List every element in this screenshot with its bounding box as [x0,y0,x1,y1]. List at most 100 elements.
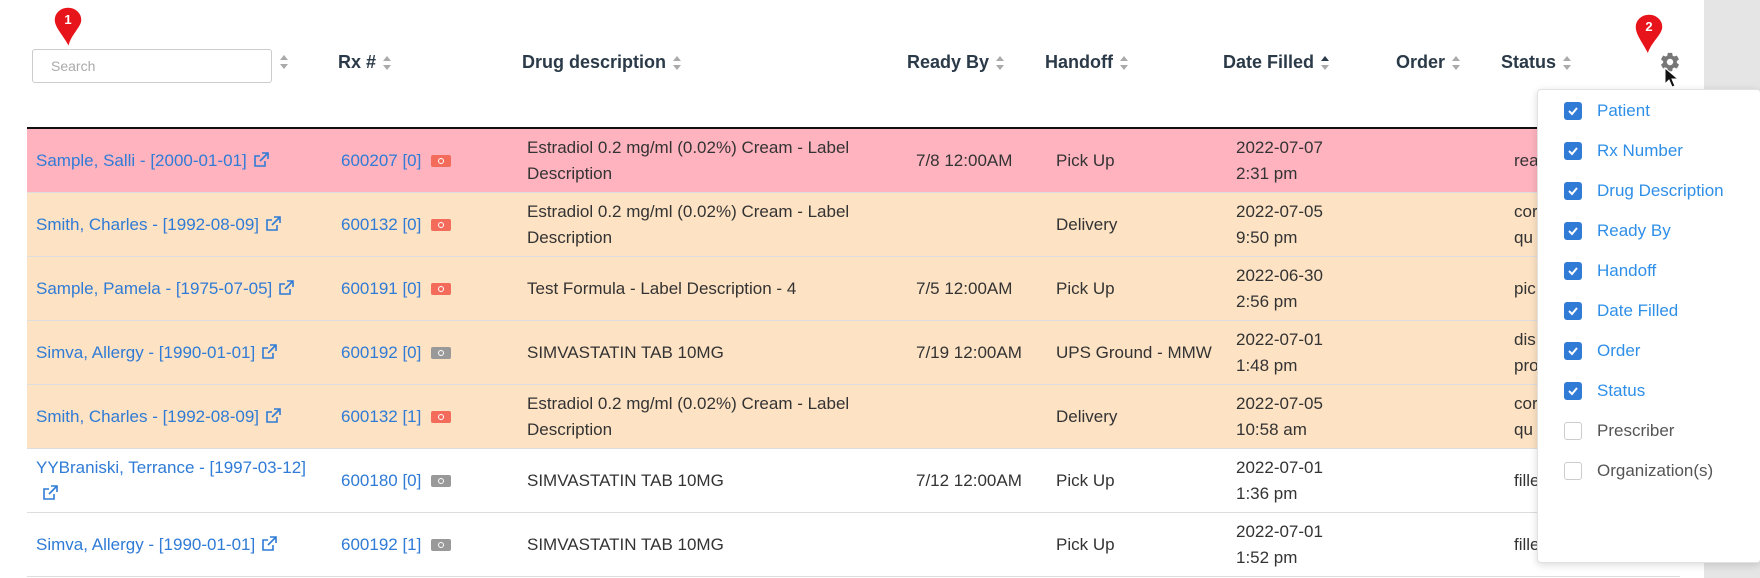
table-row[interactable]: Smith, Charles - [1992-08-09] 600132 [0] E… [27,193,1680,257]
column-toggle-item[interactable]: Drug Description [1564,176,1724,206]
table-row[interactable]: Smith, Charles - [1992-08-09] 600132 [1] E… [27,385,1680,449]
checkbox-checked[interactable] [1564,142,1582,160]
date-filled-cell: 2022-07-05 10:58 am [1236,385,1386,448]
checkbox-checked[interactable] [1564,342,1582,360]
rx-number-link[interactable]: 600207 [0] [341,148,421,174]
patient-link[interactable]: Simva, Allergy - [1990-01-01] [36,343,255,362]
patient-cell: Sample, Pamela - [1975-07-05] [36,257,326,320]
drug-description-cell: SIMVASTATIN TAB 10MG [527,534,724,554]
checkbox-checked[interactable] [1564,302,1582,320]
table-row[interactable]: Sample, Salli - [2000-01-01] 600207 [0] Es… [27,129,1680,193]
status-text-line2: qu [1514,227,1533,247]
column-toggle-label: Patient [1597,101,1650,120]
ready-by-cell [916,513,1046,576]
column-header-label: Ready By [907,52,990,72]
column-header-label: Status [1501,52,1557,72]
rx-number-link[interactable]: 600132 [1] [341,404,421,430]
rx-number-link[interactable]: 600132 [0] [341,212,421,238]
external-link-icon[interactable] [260,343,278,361]
patient-cell: YYBraniski, Terrance - [1997-03-12] [36,449,326,512]
status-text: fille [1514,534,1540,554]
rx-number-link[interactable]: 600192 [1] [341,532,421,558]
column-header-handoff[interactable]: Handoff [1045,52,1129,73]
rx-number-link[interactable]: 600191 [0] [341,276,421,302]
patient-link[interactable]: Smith, Charles - [1992-08-09] [36,215,259,234]
drug-description-cell: Estradiol 0.2 mg/ml (0.02%) Cream - Labe… [527,137,850,183]
date-filled-cell: 2022-07-07 2:31 pm [1236,129,1386,192]
marker-number: 1 [64,12,72,27]
step-marker-1: 1 [53,6,83,51]
column-header-label: Drug description [522,52,667,72]
date-filled-date: 2022-07-07 [1236,137,1323,157]
table-row[interactable]: Sample, Pamela - [1975-07-05] 600191 [0] T… [27,257,1680,321]
rx-cell: 600192 [1] [341,513,501,576]
column-toggle-item[interactable]: Order [1564,336,1640,366]
date-filled-date: 2022-06-30 [1236,265,1323,285]
column-toggle-item[interactable]: Ready By [1564,216,1671,246]
rx-number-link[interactable]: 600192 [0] [341,340,421,366]
checkbox-checked[interactable] [1564,102,1582,120]
sort-icon [1119,55,1128,70]
column-toggle-label: Prescriber [1597,421,1675,440]
table-row[interactable]: Simva, Allergy - [1990-01-01] 600192 [0] S… [27,321,1680,385]
status-text: fille [1514,470,1540,490]
column-header-label: Date Filled [1223,52,1315,72]
column-header-rx[interactable]: Rx # [338,52,392,73]
column-header-order[interactable]: Order [1396,52,1461,73]
checkmark-icon [1568,387,1578,396]
patient-link[interactable]: Sample, Salli - [2000-01-01] [36,151,247,170]
checkmark-icon [1568,147,1578,156]
column-toggle-item[interactable]: Date Filled [1564,296,1678,326]
checkbox-unchecked[interactable] [1564,462,1582,480]
table-row[interactable]: Simva, Allergy - [1990-01-01] 600192 [1] S… [27,513,1680,577]
cash-bill-icon [431,282,452,295]
checkbox-checked[interactable] [1564,262,1582,280]
patient-link[interactable]: Smith, Charles - [1992-08-09] [36,407,259,426]
search-input[interactable] [32,49,272,83]
column-header-drug-description[interactable]: Drug description [522,52,682,73]
column-toggle-item[interactable]: Prescriber [1564,416,1674,446]
external-link-icon[interactable] [252,151,270,169]
external-link-icon[interactable] [277,279,295,297]
date-filled-date: 2022-07-05 [1236,201,1323,221]
column-header-status[interactable]: Status [1501,52,1572,73]
external-link-icon[interactable] [264,407,282,425]
handoff-cell: Pick Up [1056,534,1115,554]
patient-link[interactable]: Simva, Allergy - [1990-01-01] [36,535,255,554]
patient-cell: Simva, Allergy - [1990-01-01] [36,321,326,384]
sort-icon[interactable] [279,53,289,71]
step-marker-2: 2 [1634,13,1664,58]
ready-by-cell: 7/19 12:00AM [916,342,1022,362]
table-row[interactable]: YYBraniski, Terrance - [1997-03-12] 60018… [27,449,1680,513]
column-header-ready-by[interactable]: Ready By [907,52,1005,73]
patient-cell: Sample, Salli - [2000-01-01] [36,129,326,192]
checkbox-checked[interactable] [1564,222,1582,240]
column-toggle-item[interactable]: Status [1564,376,1645,406]
checkbox-unchecked[interactable] [1564,422,1582,440]
sort-icon [673,55,682,70]
cash-bill-icon [431,154,452,167]
checkmark-icon [1568,347,1578,356]
checkmark-icon [1568,187,1578,196]
external-link-icon[interactable] [41,484,59,502]
rx-number-link[interactable]: 600180 [0] [341,468,421,494]
column-header-date-filled[interactable]: Date Filled [1223,52,1330,73]
column-toggle-item[interactable]: Patient [1564,96,1650,126]
checkbox-checked[interactable] [1564,382,1582,400]
external-link-icon[interactable] [260,535,278,553]
patient-link[interactable]: Sample, Pamela - [1975-07-05] [36,279,272,298]
patient-link[interactable]: YYBraniski, Terrance - [1997-03-12] [36,458,306,477]
date-filled-cell: 2022-06-30 2:56 pm [1236,257,1386,320]
rx-cell: 600191 [0] [341,257,501,320]
column-toggle-item[interactable]: Handoff [1564,256,1656,286]
sort-ascending-icon [1321,55,1330,70]
column-toggle-label: Date Filled [1597,301,1679,320]
checkbox-checked[interactable] [1564,182,1582,200]
ready-by-cell [916,385,1046,448]
column-toggle-item[interactable]: Rx Number [1564,136,1683,166]
checkmark-icon [1568,267,1578,276]
date-filled-date: 2022-07-01 [1236,329,1323,349]
column-toggle-item[interactable]: Organization(s) [1564,456,1713,486]
external-link-icon[interactable] [264,215,282,233]
handoff-cell: Delivery [1056,406,1118,426]
